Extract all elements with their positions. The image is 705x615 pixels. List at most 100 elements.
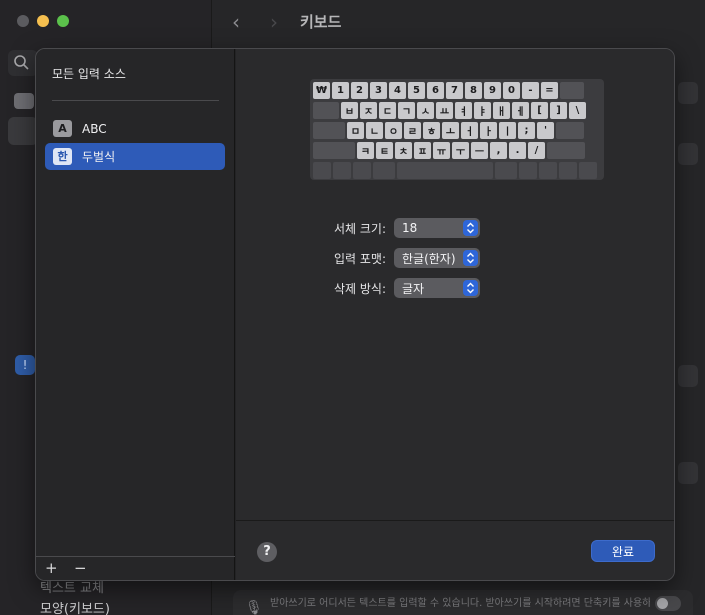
keyboard-key: ㅛ [436, 102, 453, 119]
keyboard-modifier-key [313, 102, 339, 119]
keyboard-key: . [509, 142, 526, 159]
hangul-badge-icon: 한 [53, 148, 72, 165]
keyboard-key: ㅊ [395, 142, 412, 159]
input-source-2set-korean[interactable]: 한 두벌식 [45, 143, 225, 170]
background-sidebar-selected-item[interactable] [8, 117, 38, 145]
keyboard-key: ㅑ [474, 102, 491, 119]
keyboard-layout-preview: ₩1 2 3 4 5 6 7 8 9 0- = ㅂㅈㄷㄱㅅㅛㅕㅑㅐㅔ[] \ ㅁㄴㅇㄹㅎㅗㅓㅏㅣ; ' ㅋㅌㅊ… [310, 79, 604, 180]
done-button[interactable]: 완료 [591, 540, 655, 562]
font-size-label: 서체 크기: [333, 222, 386, 236]
zoom-window-button[interactable] [57, 15, 69, 27]
keyboard-key: ㅅ [417, 102, 434, 119]
add-input-source-button[interactable]: + [45, 559, 58, 577]
keyboard-key: 7 [446, 82, 463, 99]
background-control-edge [678, 462, 698, 484]
sidebar-divider [52, 100, 219, 101]
info-icon: ! [15, 355, 35, 375]
keyboard-key: 9 [484, 82, 501, 99]
keyboard-key: ㅡ [471, 142, 488, 159]
keyboard-row: ㅋㅌㅊㅍㅠㅜㅡ,. / [313, 142, 601, 159]
remove-input-source-button[interactable]: − [74, 559, 87, 577]
keyboard-key: - [522, 82, 539, 99]
input-source-abc[interactable]: A ABC [45, 115, 225, 142]
sidebar-heading: 모든 입력 소스 [52, 67, 126, 81]
keyboard-key: \ [569, 102, 586, 119]
keyboard-key: ; [518, 122, 535, 139]
keyboard-key: ㅣ [499, 122, 516, 139]
back-chevron-icon[interactable]: ‹ [232, 10, 240, 34]
keyboard-key: ㅓ [461, 122, 478, 139]
keyboard-key: = [541, 82, 558, 99]
keyboard-modifier-key [559, 162, 577, 179]
keyboard-key: 0 [503, 82, 520, 99]
keyboard-modifier-key [373, 162, 395, 179]
keyboard-key: ㄱ [398, 102, 415, 119]
keyboard-modifier-key [539, 162, 557, 179]
keyboard-modifier-key [519, 162, 537, 179]
keyboard-key: 4 [389, 82, 406, 99]
keyboard-key: ㅁ [347, 122, 364, 139]
input-source-label: ABC [82, 121, 107, 136]
input-source-detail-pane: ₩1 2 3 4 5 6 7 8 9 0- = ㅂㅈㄷㄱㅅㅛㅕㅑㅐㅔ[] \ ㅁㄴㅇㄹㅎㅗㅓㅏㅣ; ' ㅋㅌㅊ… [236, 49, 674, 580]
keyboard-modifier-key [547, 142, 585, 159]
keyboard-key: ㄷ [379, 102, 396, 119]
keyboard-modifier-key [560, 82, 584, 99]
input-source-label: 두벌식 [82, 150, 116, 164]
keyboard-modifier-key [333, 162, 351, 179]
keyboard-row: ㅁㄴㅇㄹㅎㅗㅓㅏㅣ; ' [313, 122, 601, 139]
search-icon [14, 55, 29, 70]
footer-divider [236, 520, 674, 521]
keyboard-key: / [528, 142, 545, 159]
keyboard-key: ] [550, 102, 567, 119]
input-format-value: 한글(한자) [402, 251, 456, 266]
keyboard-key: 5 [408, 82, 425, 99]
keyboard-key: ㅍ [414, 142, 431, 159]
abc-badge-icon: A [53, 120, 72, 137]
keyboard-modifier-key [495, 162, 517, 179]
input-format-popup[interactable]: 한글(한자) [394, 248, 480, 268]
input-format-label: 입력 포맷: [333, 252, 386, 266]
close-window-button[interactable] [17, 15, 29, 27]
keyboard-key: ㅠ [433, 142, 450, 159]
background-control-edge [678, 365, 698, 387]
forward-chevron-icon[interactable]: › [270, 10, 278, 34]
keyboard-modifier-key [353, 162, 371, 179]
keyboard-key: 3 [370, 82, 387, 99]
keyboard-key: ㄴ [366, 122, 383, 139]
keyboard-key: , [490, 142, 507, 159]
keyboard-key: 8 [465, 82, 482, 99]
keyboard-modifier-key [313, 122, 345, 139]
keyboard-key: ㅐ [493, 102, 510, 119]
font-size-popup[interactable]: 18 [394, 218, 480, 238]
keyboard-key: 6 [427, 82, 444, 99]
input-sources-sheet: 모든 입력 소스 A ABC 한 두벌식 + − ₩1 2 3 4 5 6 7 8 9 0- = ㅂㅈ… [35, 48, 675, 581]
font-size-value: 18 [402, 221, 418, 235]
keyboard-row: ㅂㅈㄷㄱㅅㅛㅕㅑㅐㅔ[] \ [313, 102, 601, 119]
keyboard-key: ㅜ [452, 142, 469, 159]
keyboard-settings-icon [14, 93, 34, 109]
keyboard-key: 1 [332, 82, 349, 99]
delete-method-popup[interactable]: 글자 [394, 278, 480, 298]
keyboard-key: 2 [351, 82, 368, 99]
delete-method-label: 삭제 방식: [333, 282, 386, 296]
keyboard-key: ㅌ [376, 142, 393, 159]
keyboard-space-key [397, 162, 493, 179]
keyboard-row: ₩1 2 3 4 5 6 7 8 9 0- = [313, 82, 601, 99]
dictation-toggle[interactable] [655, 596, 681, 611]
sidebar-footer: + − [36, 556, 235, 580]
keyboard-key: ㅋ [357, 142, 374, 159]
background-sidebar-label-keyboard-appearance[interactable]: 모양(키보드) [40, 598, 110, 615]
keyboard-key: ㅗ [442, 122, 459, 139]
keyboard-key: ₩ [313, 82, 330, 99]
minimize-window-button[interactable] [37, 15, 49, 27]
keyboard-key: ㅔ [512, 102, 529, 119]
keyboard-key: ' [537, 122, 554, 139]
help-button[interactable]: ? [257, 542, 277, 562]
keyboard-key: ㅏ [480, 122, 497, 139]
keyboard-key: ㅂ [341, 102, 358, 119]
background-control-edge [678, 82, 698, 104]
keyboard-row [313, 162, 601, 179]
background-control-edge [678, 143, 698, 165]
microphone-icon: 🎙 [245, 600, 263, 615]
keyboard-modifier-key [313, 162, 331, 179]
